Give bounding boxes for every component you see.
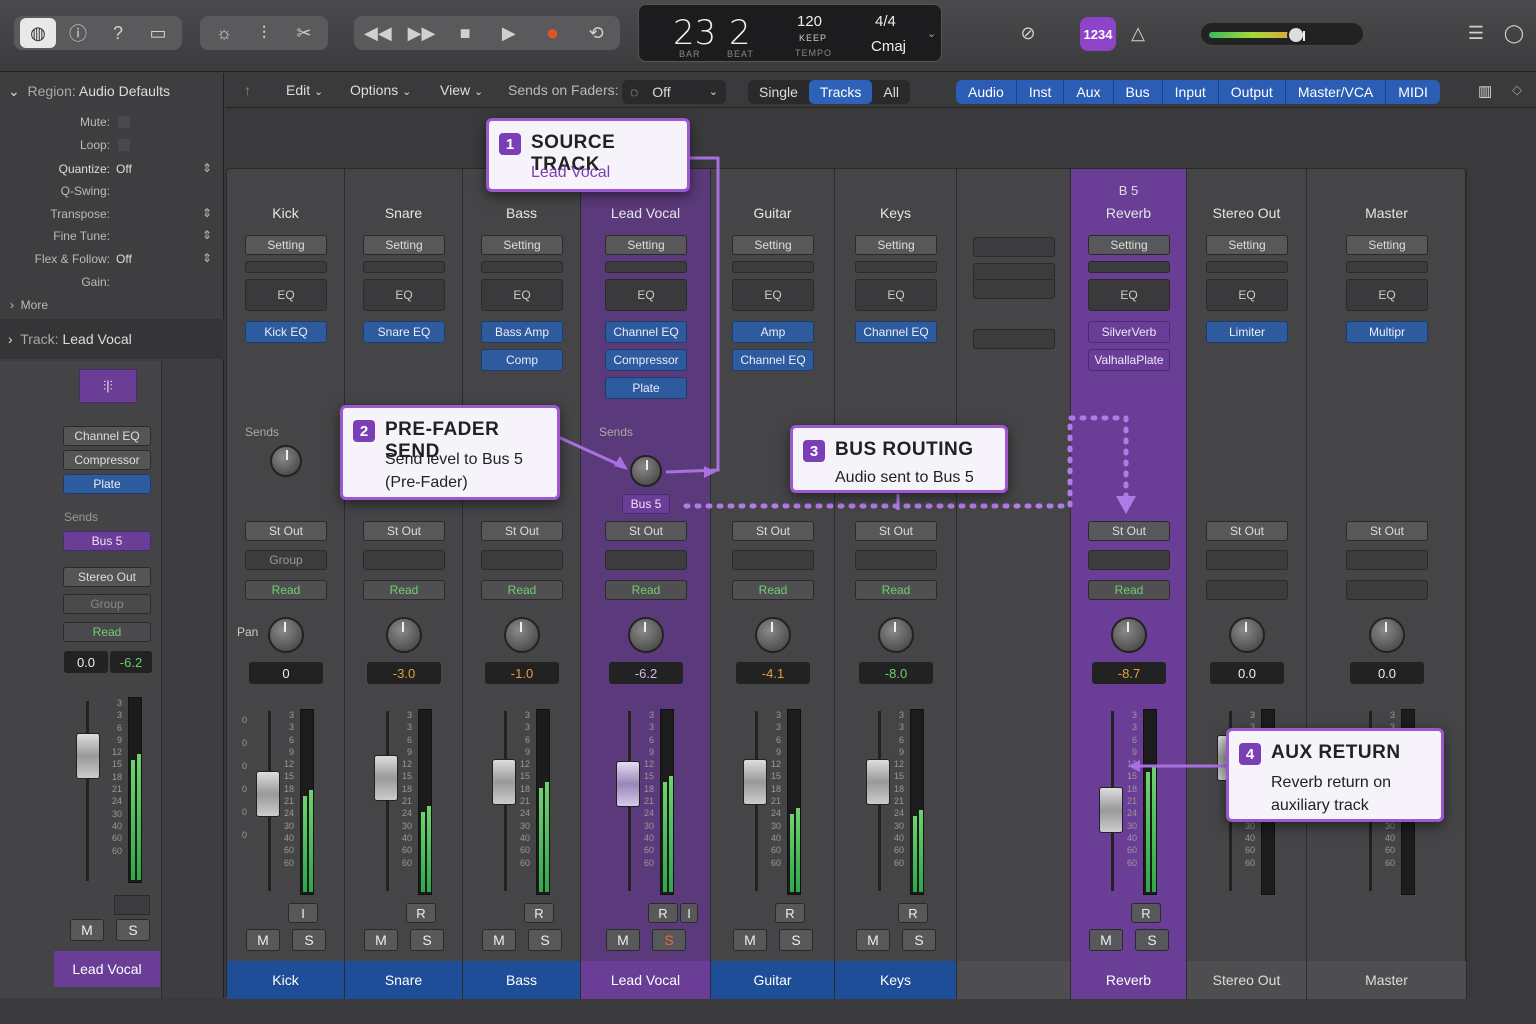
- callout-title: AUX RETURN: [1271, 742, 1401, 763]
- routing-overlay: [555, 156, 1228, 772]
- callout-pre-fader-send: 2 PRE-FADER SEND Send level to Bus 5 (Pr…: [340, 405, 560, 500]
- callout-number: 4: [1239, 743, 1261, 765]
- callout-text: Lead Vocal: [531, 164, 611, 181]
- callout-text: Reverb return on: [1271, 774, 1392, 791]
- callout-number: 1: [499, 133, 521, 155]
- callout-bus-routing: 3 BUS ROUTING Audio sent to Bus 5: [790, 425, 1008, 493]
- callout-aux-return: 4 AUX RETURN Reverb return on auxiliary …: [1226, 728, 1444, 822]
- arrow-head: [704, 466, 716, 478]
- source-line: [665, 156, 720, 474]
- arrow-head: [1128, 760, 1140, 772]
- callout-title: BUS ROUTING: [835, 439, 974, 460]
- arrow-head: [614, 456, 628, 470]
- callout-text: Audio sent to Bus 5: [835, 469, 974, 486]
- callout-number: 3: [803, 440, 825, 462]
- callout-text: (Pre-Fader): [385, 474, 468, 491]
- callout-text: Send level to Bus 5: [385, 451, 523, 468]
- callout-text: auxiliary track: [1271, 797, 1369, 814]
- callout-number: 2: [353, 420, 375, 442]
- send-line: [555, 434, 623, 468]
- arrow-head: [1116, 496, 1136, 514]
- callout-source-track: 1 SOURCE TRACK Lead Vocal: [486, 118, 690, 192]
